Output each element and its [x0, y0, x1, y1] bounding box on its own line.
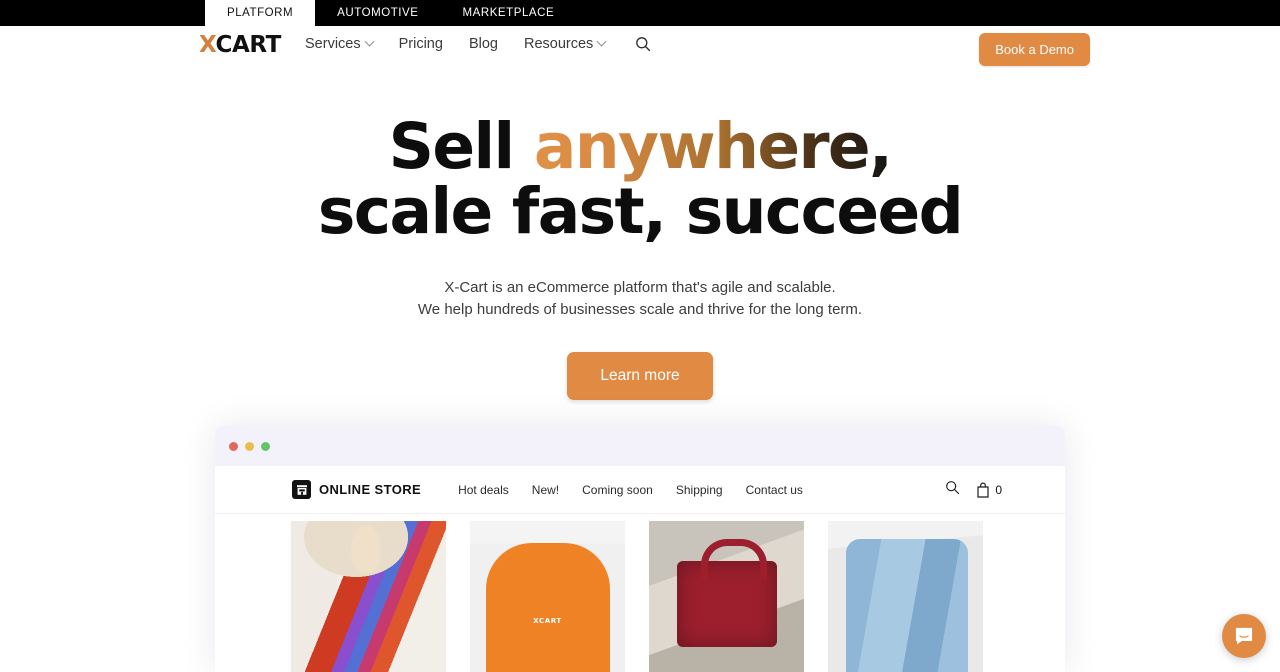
nav-item-services[interactable]: Services	[305, 36, 375, 52]
store-link-new[interactable]: New!	[532, 483, 559, 497]
topbar-tab-automotive[interactable]: AUTOMOTIVE	[315, 0, 440, 26]
hero-section: Sell anywhere, scale fast, succeed X-Car…	[0, 71, 1280, 400]
chevron-down-icon	[596, 36, 607, 47]
nav-label-services: Services	[305, 36, 361, 52]
page-title: Sell anywhere, scale fast, succeed	[0, 71, 1280, 245]
chat-bubble-icon	[1235, 627, 1253, 645]
window-dot-yellow	[245, 441, 254, 451]
hero-subtitle-line2: We help hundreds of businesses scale and…	[417, 300, 863, 318]
book-a-demo-button[interactable]: Book a Demo	[979, 33, 1090, 66]
browser-mockup: ONLINE STORE Hot deals New! Coming soon …	[215, 426, 1065, 672]
site-header: XCART Services Pricing Blog Resources Bo…	[0, 26, 1280, 71]
nav-item-blog[interactable]: Blog	[469, 36, 498, 52]
chevron-down-icon	[364, 36, 375, 47]
nav-label-resources: Resources	[523, 36, 594, 52]
nav-item-resources[interactable]: Resources	[523, 36, 607, 52]
store-link-hot-deals[interactable]: Hot deals	[458, 483, 509, 497]
store-cart[interactable]: 0	[976, 482, 1002, 498]
main-navigation: Services Pricing Blog Resources	[305, 36, 651, 52]
store-icon	[292, 480, 311, 499]
hero-title-accent: anywhere,	[533, 110, 893, 183]
nav-item-pricing[interactable]: Pricing	[399, 36, 443, 52]
topbar-tab-marketplace[interactable]: MARKETPLACE	[441, 0, 577, 26]
xcart-logo[interactable]: XCART	[199, 34, 281, 57]
product-card-red-printed-handbag[interactable]	[649, 521, 804, 672]
product-card-striped-print-dress[interactable]	[291, 521, 446, 672]
store-search-icon[interactable]	[945, 480, 960, 500]
top-segment-bar: PLATFORM AUTOMOTIVE MARKETPLACE	[0, 0, 1280, 26]
hero-subtitle: X-Cart is an eCommerce platform that's a…	[0, 277, 1280, 321]
store-brand[interactable]: ONLINE STORE	[292, 480, 421, 499]
logo-cart: CART	[215, 32, 282, 58]
store-navbar: ONLINE STORE Hot deals New! Coming soon …	[215, 466, 1065, 514]
product-grid	[215, 514, 1065, 672]
search-icon[interactable]	[635, 36, 651, 52]
nav-label-blog: Blog	[468, 36, 498, 52]
mockup-window-chrome	[215, 426, 1065, 466]
cart-item-count: 0	[995, 482, 1002, 497]
topbar-tab-platform[interactable]: PLATFORM	[205, 0, 316, 26]
hero-title-line2: scale fast, succeed	[317, 174, 964, 248]
store-nav-actions: 0	[945, 480, 1002, 500]
store-nav-links: Hot deals New! Coming soon Shipping Cont…	[458, 483, 803, 497]
product-card-orange-xcart-tshirt[interactable]	[470, 521, 625, 672]
hero-title-part1: Sell	[388, 110, 534, 183]
shopping-bag-icon	[977, 482, 989, 498]
store-link-contact-us[interactable]: Contact us	[746, 483, 803, 497]
logo-x: X	[199, 32, 216, 58]
store-link-coming-soon[interactable]: Coming soon	[582, 483, 653, 497]
nav-label-pricing: Pricing	[398, 36, 443, 52]
product-card-denim-jacket[interactable]	[828, 521, 983, 672]
chat-widget-button[interactable]	[1222, 614, 1266, 658]
learn-more-button[interactable]: Learn more	[567, 351, 713, 400]
store-link-shipping[interactable]: Shipping	[676, 483, 723, 497]
window-dot-red	[229, 441, 238, 451]
store-brand-name: ONLINE STORE	[319, 482, 422, 497]
window-dot-green	[261, 441, 270, 451]
hero-subtitle-line1: X-Cart is an eCommerce platform that's a…	[444, 278, 836, 296]
